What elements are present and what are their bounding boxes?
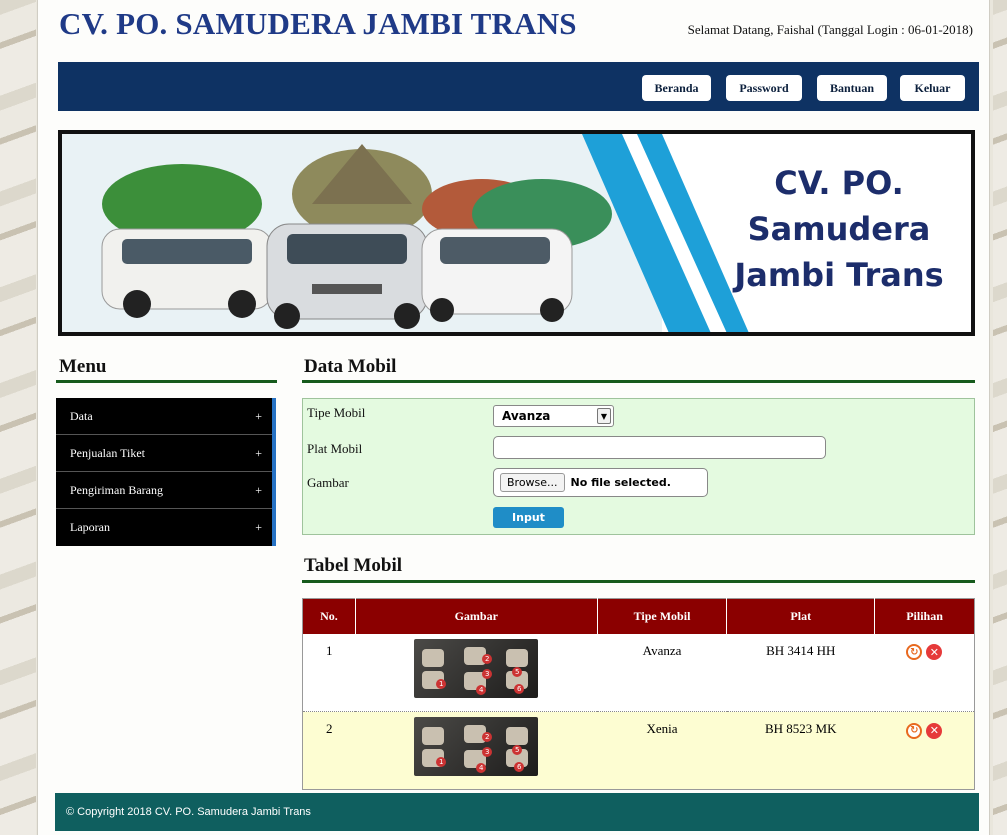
form-title: Data Mobil: [304, 356, 397, 377]
cell-pilihan: ↻ ✕: [874, 711, 975, 790]
welcome-text: Selamat Datang, Faishal (Tanggal Login :…: [687, 22, 973, 37]
sidebar-menu: Data + Penjualan Tiket + Pengiriman Bara…: [56, 398, 276, 546]
mobil-table: No. Gambar Tipe Mobil Plat Pilihan 1 1 2…: [302, 598, 975, 790]
plus-icon: +: [255, 482, 262, 497]
nav-bantuan-button[interactable]: Bantuan: [817, 75, 887, 101]
copyright-text: © Copyright 2018 CV. PO. Samudera Jambi …: [66, 806, 311, 818]
header-banner: CV. PO. Samudera Jambi Trans: [58, 130, 975, 336]
cell-no: 1: [302, 633, 356, 712]
delete-icon[interactable]: ✕: [926, 722, 943, 739]
plat-mobil-label: Plat Mobil: [307, 441, 363, 456]
input-submit-button[interactable]: Input: [493, 507, 564, 528]
gambar-label: Gambar: [307, 475, 349, 490]
plus-icon: +: [255, 520, 262, 534]
car-interior-image: 1 2 3 4 5 6: [414, 717, 539, 776]
plus-icon: +: [255, 408, 262, 423]
footer: © Copyright 2018 CV. PO. Samudera Jambi …: [55, 793, 979, 831]
nav-password-button[interactable]: Password: [726, 75, 802, 101]
form-title-underline: [302, 380, 975, 383]
banner-line-2: Samudera: [747, 210, 931, 248]
tipe-mobil-value: Avanza: [502, 409, 551, 423]
tipe-mobil-label: Tipe Mobil: [307, 405, 366, 420]
seat-number: 1: [436, 678, 447, 689]
cell-pilihan: ↻ ✕: [874, 633, 975, 712]
delete-icon[interactable]: ✕: [926, 644, 943, 660]
sidebar-title-underline: [56, 380, 277, 383]
chevron-down-icon: ▼: [597, 408, 611, 424]
cell-plat: BH 3414 HH: [726, 633, 875, 712]
site-title: CV. PO. SAMUDERA JAMBI TRANS: [59, 6, 577, 41]
banner-line-3: Jambi Trans: [734, 256, 944, 294]
cell-plat: BH 8523 MK: [726, 711, 875, 790]
seat-number: 2: [482, 653, 493, 664]
page-container: CV. PO. SAMUDERA JAMBI TRANS Selamat Dat…: [37, 0, 990, 835]
col-header-plat: Plat: [726, 598, 876, 634]
sidebar-item-penjualan-tiket[interactable]: Penjualan Tiket +: [56, 435, 272, 472]
plus-icon: +: [255, 445, 262, 460]
tipe-mobil-select[interactable]: Avanza ▼: [493, 405, 614, 427]
seat-number: 3: [482, 747, 493, 757]
mobil-form: Tipe Mobil Avanza ▼ Plat Mobil Gambar Br…: [302, 398, 975, 535]
seat-number: 6: [514, 683, 525, 694]
sidebar-item-laporan[interactable]: Laporan +: [56, 509, 272, 546]
background-decoration-left: [0, 0, 36, 835]
background-decoration-right: [993, 0, 1007, 835]
sidebar-item-pengiriman-barang[interactable]: Pengiriman Barang +: [56, 472, 272, 509]
sidebar-item-label: Penjualan Tiket: [70, 445, 146, 460]
car-interior-image: 1 2 3 4 5 6: [414, 638, 539, 698]
table-title: Tabel Mobil: [304, 555, 403, 576]
seat-number: 3: [482, 668, 493, 679]
table-row: 1 1 2 3 4 5 6 Avanza BH 3414 HH ↻ ✕: [302, 633, 975, 712]
sidebar-item-label: Laporan: [70, 520, 110, 534]
table-title-underline: [302, 580, 975, 583]
top-navbar: Beranda Password Bantuan Keluar: [58, 62, 979, 111]
edit-icon[interactable]: ↻: [906, 644, 923, 660]
cell-tipe: Xenia: [597, 711, 727, 790]
plat-mobil-input[interactable]: [493, 436, 826, 459]
seat-number: 2: [482, 732, 493, 742]
gambar-file-input[interactable]: Browse... No file selected.: [493, 468, 708, 497]
col-header-tipe: Tipe Mobil: [597, 598, 728, 634]
banner-line-1: CV. PO.: [774, 164, 904, 202]
seat-number: 6: [514, 762, 525, 772]
sidebar-title: Menu: [59, 356, 107, 377]
seat-number: 1: [436, 757, 447, 767]
seat-number: 5: [512, 666, 523, 677]
seat-number: 4: [476, 684, 487, 695]
table-header-row: No. Gambar Tipe Mobil Plat Pilihan: [302, 598, 975, 634]
nav-beranda-button[interactable]: Beranda: [642, 75, 711, 101]
cell-gambar: 1 2 3 4 5 6: [355, 711, 598, 790]
cell-no: 2: [302, 711, 356, 790]
nav-keluar-button[interactable]: Keluar: [900, 75, 965, 101]
sidebar-item-label: Data: [70, 408, 93, 423]
sidebar-item-data[interactable]: Data +: [56, 398, 272, 435]
col-header-gambar: Gambar: [355, 598, 598, 634]
edit-icon[interactable]: ↻: [906, 722, 923, 739]
file-status-text: No file selected.: [570, 476, 671, 489]
col-header-pilihan: Pilihan: [874, 598, 975, 634]
table-row: 2 1 2 3 4 5 6 Xenia BH 8523 MK ↻ ✕: [302, 711, 975, 790]
cell-gambar: 1 2 3 4 5 6: [355, 633, 598, 712]
cell-tipe: Avanza: [597, 633, 727, 712]
col-header-no: No.: [302, 598, 356, 634]
sidebar-item-label: Pengiriman Barang: [70, 482, 163, 497]
banner-text: CV. PO. Samudera Jambi Trans: [729, 160, 949, 298]
browse-button[interactable]: Browse...: [500, 473, 565, 492]
seat-number: 4: [476, 763, 487, 773]
